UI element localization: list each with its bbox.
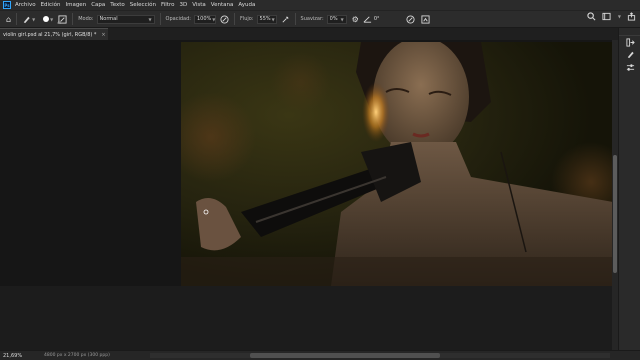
opacity-value: 100%: [196, 16, 212, 22]
violin-girl-artwork: [181, 42, 613, 286]
flow-label: Flujo:: [239, 16, 254, 22]
close-icon[interactable]: ×: [101, 32, 105, 38]
document-tab-strip: violin girl.psd al 21,7% (girl, RGB/8) *…: [0, 28, 618, 40]
options-right-icons: ▼: [587, 12, 636, 21]
smoothing-field[interactable]: 0% ▼: [326, 14, 347, 24]
document-tab-title: violin girl.psd al 21,7% (girl, RGB/8) *: [3, 31, 97, 38]
adjustments-icon[interactable]: [619, 61, 640, 73]
canvas-workspace[interactable]: [0, 40, 613, 350]
mode-value: Normal: [99, 16, 118, 22]
mode-select[interactable]: Normal ▼: [96, 14, 155, 24]
divider: [72, 13, 74, 25]
options-bar: ⌂ ▼ ▼ Modo: Normal ▼ Opacidad: 100% ▼ Fl…: [0, 10, 640, 28]
chevron-down-icon: ▼: [340, 16, 344, 22]
document-tab[interactable]: violin girl.psd al 21,7% (girl, RGB/8) *…: [0, 28, 108, 40]
brush-preset-picker[interactable]: ▼: [43, 16, 53, 22]
chevron-down-icon[interactable]: ▼: [32, 17, 35, 22]
symmetry-icon[interactable]: [421, 14, 430, 24]
chevron-down-icon: ▼: [148, 16, 152, 22]
brush-panel-icon[interactable]: [619, 49, 640, 61]
flow-value: 55%: [259, 16, 271, 22]
history-icon[interactable]: [619, 36, 640, 48]
vertical-scroll-thumb[interactable]: [613, 155, 617, 273]
divider: [16, 13, 18, 25]
search-icon[interactable]: [587, 12, 596, 21]
document-dimensions[interactable]: 4800 px x 2700 px (300 ppp): [44, 353, 110, 358]
menu-3d[interactable]: 3D: [179, 2, 187, 8]
pressure-size-icon[interactable]: [406, 14, 415, 24]
horizontal-scroll-thumb[interactable]: [250, 353, 440, 358]
workspace-icon[interactable]: [602, 12, 611, 21]
flow-field[interactable]: 55% ▼: [256, 14, 277, 24]
zoom-level[interactable]: 21,69%: [0, 353, 38, 359]
share-icon[interactable]: [627, 12, 636, 21]
divider: [233, 13, 235, 25]
horizontal-scrollbar[interactable]: [150, 353, 610, 358]
divider: [294, 13, 296, 25]
menu-ventana[interactable]: Ventana: [211, 2, 234, 8]
pasteboard-bottom: [0, 286, 612, 350]
chevron-down-icon: ▼: [50, 16, 54, 22]
menu-texto[interactable]: Texto: [110, 2, 125, 8]
menu-capa[interactable]: Capa: [91, 2, 105, 8]
panel-grip[interactable]: [619, 28, 640, 36]
menu-filtro[interactable]: Filtro: [161, 2, 174, 8]
angle-value: 0°: [373, 16, 380, 22]
smoothing-settings-icon[interactable]: ⚙: [352, 15, 359, 24]
brush-preset-icon: [43, 16, 50, 22]
menu-bar: Ps Archivo Edición Imagen Capa Texto Sel…: [0, 0, 640, 10]
smoothing-value: 0%: [329, 16, 338, 22]
brush-size-label: 47: [57, 21, 62, 25]
smoothing-label: Suavizar:: [300, 16, 324, 22]
angle-field[interactable]: 0°: [372, 15, 386, 24]
menu-imagen[interactable]: Imagen: [65, 2, 86, 8]
opacity-label: Opacidad:: [165, 16, 191, 22]
status-bar: 21,69% 4800 px x 2700 px (300 ppp): [0, 350, 640, 360]
menu-seleccion[interactable]: Selección: [130, 2, 156, 8]
pasteboard: [0, 40, 181, 286]
divider: [159, 13, 161, 25]
chevron-down-icon: ▼: [271, 16, 275, 22]
angle-icon: [363, 15, 372, 24]
home-icon[interactable]: ⌂: [6, 15, 11, 24]
menu-edicion[interactable]: Edición: [41, 2, 61, 8]
chevron-down-icon: ▼: [212, 16, 216, 22]
right-panel-toolbar: [618, 28, 640, 350]
airbrush-icon[interactable]: [281, 15, 290, 24]
menu-ayuda[interactable]: Ayuda: [238, 2, 255, 8]
mode-label: Modo:: [78, 16, 94, 22]
photoshop-logo-icon[interactable]: Ps: [3, 1, 11, 9]
brush-tool-icon[interactable]: [22, 15, 31, 24]
menu-vista[interactable]: Vista: [192, 2, 206, 8]
chevron-down-icon[interactable]: ▼: [618, 14, 621, 19]
opacity-field[interactable]: 100% ▼: [193, 14, 216, 24]
document-canvas-image[interactable]: [181, 42, 613, 286]
menu-archivo[interactable]: Archivo: [15, 2, 36, 8]
pressure-opacity-icon[interactable]: [220, 14, 229, 24]
